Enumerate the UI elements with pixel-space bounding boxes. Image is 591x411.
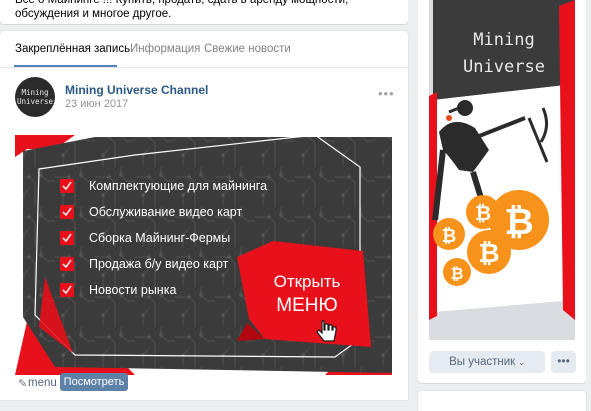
- group-description: Всё о Майнинге !!! Купить, продать, сдат…: [15, 0, 349, 20]
- tab-pinned-post[interactable]: Закреплённая запись: [15, 43, 130, 55]
- cta-line1: Открыть: [274, 272, 341, 291]
- membership-status-label: Вы участник: [449, 356, 516, 368]
- menu-item-text: Продажа б/у видео карт: [89, 257, 229, 271]
- cta-line2: МЕНЮ: [276, 295, 337, 316]
- cover-title-line2: Universe: [463, 57, 545, 77]
- menu-item-text: Сборка Майнинг-Фермы: [89, 231, 230, 245]
- bitcoin-coin-icon: ₿: [433, 218, 465, 250]
- menu-banner-image[interactable]: Комплектующие для майнинга Обслуживание …: [15, 127, 392, 375]
- pinned-post-card: Закреплённая запись Информация Свежие но…: [0, 31, 408, 400]
- svg-text:₿: ₿: [504, 202, 533, 243]
- svg-text:₿: ₿: [450, 264, 463, 283]
- chevron-down-icon: ⌄: [518, 358, 525, 367]
- wall-tabs: Закреплённая запись Информация Свежие но…: [0, 31, 408, 68]
- avatar-text-line2: Universe: [16, 97, 54, 106]
- cover-title-line1: Mining: [473, 30, 534, 50]
- avatar[interactable]: Mining Universe: [15, 77, 55, 117]
- cover-card: Mining Universe ₿ ₿ ₿ ₿ ₿ Вы участник ⌄ …: [418, 0, 586, 383]
- group-actions-button[interactable]: •••: [551, 351, 576, 373]
- tab-latest-news[interactable]: Свежие новости: [204, 43, 291, 55]
- avatar-text-line1: Mining: [21, 88, 49, 97]
- group-description-card: Всё о Майнинге !!! Купить, продать, сдат…: [0, 0, 408, 24]
- svg-text:₿: ₿: [475, 201, 491, 225]
- svg-text:₿: ₿: [442, 226, 457, 247]
- view-button[interactable]: Посмотреть: [60, 373, 128, 391]
- wall-column: Всё о Майнинге !!! Купить, продать, сдат…: [0, 0, 408, 400]
- next-block-card: [418, 391, 586, 411]
- membership-dropdown-button[interactable]: Вы участник ⌄: [429, 351, 545, 373]
- attachment-label[interactable]: menu: [28, 377, 57, 389]
- attachment-icon: ✎: [18, 378, 28, 390]
- bitcoin-coin-icon: ₿: [466, 195, 500, 229]
- active-tab-indicator: [14, 65, 117, 67]
- svg-text:₿: ₿: [478, 239, 499, 269]
- post-more-icon[interactable]: •••: [378, 86, 395, 101]
- group-cover-image[interactable]: Mining Universe ₿ ₿ ₿ ₿ ₿: [429, 0, 575, 340]
- bitcoin-coin-icon: ₿: [443, 258, 471, 286]
- post-date[interactable]: 23 июн 2017: [65, 98, 128, 110]
- tab-information[interactable]: Информация: [130, 43, 200, 55]
- menu-item-text: Обслуживание видео карт: [89, 205, 242, 219]
- menu-item-text: Новости рынка: [89, 283, 176, 297]
- bitcoin-coin-icon: ₿: [467, 230, 511, 274]
- menu-item-text: Комплектующие для майнинга: [89, 179, 267, 193]
- post-author-link[interactable]: Mining Universe Channel: [65, 83, 208, 97]
- side-column: Mining Universe ₿ ₿ ₿ ₿ ₿ Вы участник ⌄ …: [418, 0, 591, 411]
